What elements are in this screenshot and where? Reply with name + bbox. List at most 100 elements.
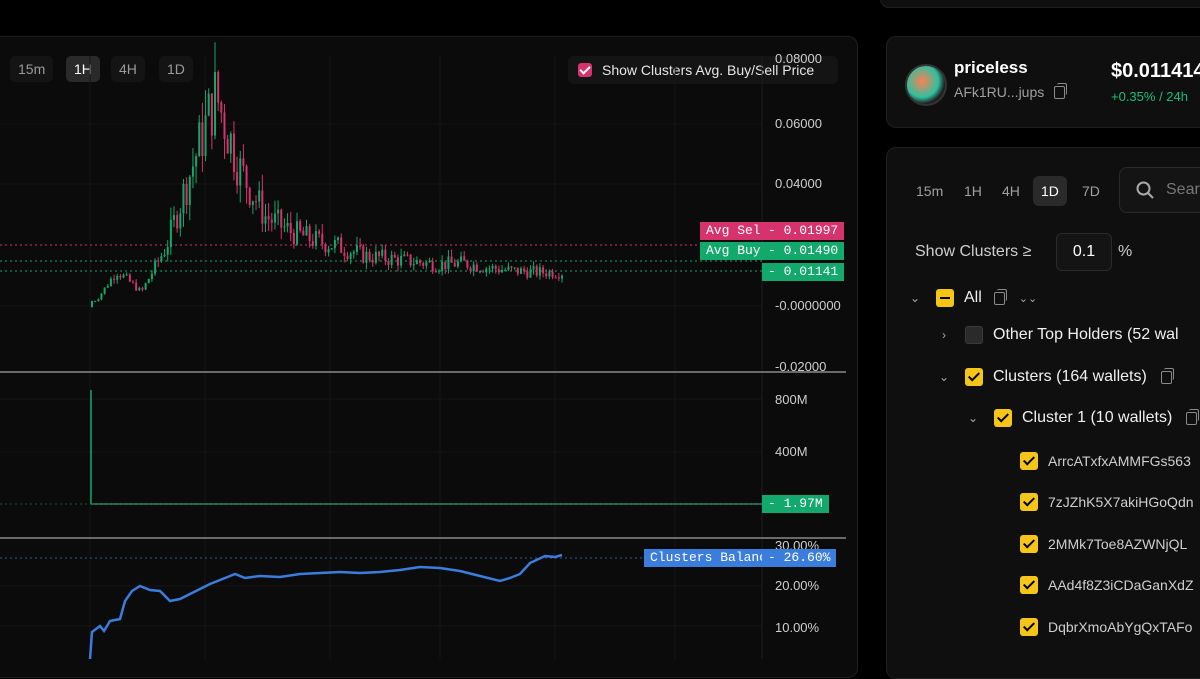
candle-body bbox=[450, 256, 453, 263]
candle-body bbox=[264, 216, 267, 224]
wallet-search[interactable]: Sear bbox=[1119, 167, 1200, 213]
candle-body bbox=[352, 251, 355, 254]
clusters-timeframe-1d[interactable]: 1D bbox=[1033, 176, 1067, 206]
candle-body bbox=[122, 274, 125, 278]
tree-label-other: Other Top Holders (52 wal bbox=[993, 326, 1179, 343]
checkbox-checked-icon[interactable] bbox=[1020, 576, 1038, 594]
clusters-timeframe-1h[interactable]: 1H bbox=[956, 176, 990, 206]
checkbox-indeterminate-icon[interactable] bbox=[936, 289, 954, 307]
price-axis-label: -0.02000 bbox=[775, 359, 827, 374]
candle-body bbox=[516, 267, 519, 274]
candle-body bbox=[154, 260, 157, 274]
candle-body bbox=[113, 278, 116, 280]
candle-body bbox=[239, 158, 242, 186]
wallet-address[interactable]: ArrcATxfxAMMFGs563 bbox=[1048, 453, 1191, 469]
candle-body bbox=[447, 256, 450, 270]
candle-body bbox=[538, 267, 541, 276]
candle-body bbox=[150, 273, 153, 280]
chevron-right-icon[interactable]: › bbox=[937, 328, 951, 342]
candle-body bbox=[138, 287, 141, 291]
checkbox-checked-icon[interactable] bbox=[1020, 618, 1038, 636]
checkbox-checked-icon[interactable] bbox=[1020, 535, 1038, 553]
wallet-address[interactable]: DqbrXmoAbYgQxTAFo bbox=[1048, 619, 1192, 635]
candle-body bbox=[343, 252, 346, 256]
copy-icon[interactable] bbox=[993, 288, 1007, 305]
candle-body bbox=[523, 268, 526, 272]
threshold-label: Show Clusters ≥ bbox=[915, 243, 1032, 260]
clusters-timeframe-7d[interactable]: 7D bbox=[1074, 176, 1108, 206]
checkbox-checked-icon[interactable] bbox=[1020, 452, 1038, 470]
candle-body bbox=[106, 286, 109, 288]
wallet-address[interactable]: 7zJZhK5X7akiHGoQdn bbox=[1048, 494, 1194, 510]
candle-body bbox=[182, 183, 185, 214]
wallet-address[interactable]: 2MMk7Toe8AZWNjQL bbox=[1048, 536, 1187, 552]
candle-body bbox=[327, 249, 330, 253]
checkbox-checked-icon[interactable] bbox=[965, 368, 983, 386]
balance-axis-label: 20.00% bbox=[775, 578, 820, 593]
pane-divider[interactable] bbox=[0, 537, 846, 539]
tree-row-other-holders[interactable]: › Other Top Holders (52 wal bbox=[937, 326, 1179, 344]
candle-body bbox=[393, 254, 396, 258]
candle-body bbox=[494, 265, 497, 270]
candle-body bbox=[232, 133, 235, 172]
candle-body bbox=[286, 222, 289, 227]
chevron-down-icon[interactable]: ⌄ bbox=[937, 370, 951, 384]
candle-body bbox=[157, 260, 160, 262]
candle-body bbox=[434, 271, 437, 273]
candle-body bbox=[251, 201, 254, 206]
checkbox-empty-icon[interactable] bbox=[965, 326, 983, 344]
token-change: +0.35% / 24h bbox=[1111, 89, 1188, 104]
candle-body bbox=[283, 226, 286, 228]
checkbox-checked-icon[interactable] bbox=[1020, 493, 1038, 511]
copy-icon[interactable] bbox=[1160, 367, 1174, 384]
tree-row-cluster-1[interactable]: ⌄ Cluster 1 (10 wallets) bbox=[966, 408, 1200, 427]
candle-body bbox=[542, 267, 545, 274]
volume-axis-label: 800M bbox=[775, 392, 808, 407]
candle-body bbox=[437, 270, 440, 272]
candle-body bbox=[280, 209, 283, 228]
candle-body bbox=[261, 190, 264, 224]
expand-all-icon[interactable]: ⌄⌄ bbox=[1019, 292, 1037, 305]
candle-body bbox=[296, 221, 299, 245]
clusters-timeframe-15m[interactable]: 15m bbox=[908, 176, 951, 206]
pane-divider[interactable] bbox=[0, 371, 846, 373]
candle-body bbox=[302, 230, 305, 236]
threshold-input[interactable]: 0.1 bbox=[1056, 233, 1112, 271]
copy-icon[interactable] bbox=[1186, 408, 1200, 425]
candle-body bbox=[132, 281, 135, 283]
copy-icon[interactable] bbox=[1054, 82, 1068, 99]
candle-body bbox=[198, 122, 201, 157]
chevron-down-icon[interactable]: ⌄ bbox=[966, 411, 980, 425]
candle-body bbox=[270, 219, 273, 223]
tree-row-all[interactable]: ⌄ All ⌄⌄ bbox=[908, 288, 1037, 307]
candle-body bbox=[529, 269, 532, 278]
candle-body bbox=[497, 269, 500, 273]
candle-body bbox=[226, 138, 229, 154]
wallet-row[interactable]: AAd4f8Z3iCDaGanXdZ bbox=[1020, 576, 1194, 594]
candle-body bbox=[368, 251, 371, 261]
last-price-tag: - 0.01141 bbox=[762, 263, 845, 281]
candle-body bbox=[340, 237, 343, 253]
wallet-row[interactable]: 2MMk7Toe8AZWNjQL bbox=[1020, 535, 1187, 553]
checkbox-checked-icon[interactable] bbox=[994, 409, 1012, 427]
chevron-down-icon[interactable]: ⌄ bbox=[908, 291, 922, 305]
price-axis-label: -0.0000000 bbox=[775, 298, 841, 313]
avg-buy-tag: Avg Buy bbox=[700, 242, 767, 260]
candle-body bbox=[204, 115, 207, 157]
candle-body bbox=[551, 271, 554, 278]
candle-body bbox=[409, 254, 412, 266]
token-avatar bbox=[905, 64, 947, 106]
wallet-row[interactable]: ArrcATxfxAMMFGs563 bbox=[1020, 452, 1191, 470]
tree-row-clusters[interactable]: ⌄ Clusters (164 wallets) bbox=[937, 367, 1174, 386]
threshold-unit: % bbox=[1118, 243, 1133, 260]
wallet-address[interactable]: AAd4f8Z3iCDaGanXdZ bbox=[1048, 577, 1194, 593]
wallet-row[interactable]: DqbrXmoAbYgQxTAFo bbox=[1020, 618, 1192, 636]
wallet-row[interactable]: 7zJZhK5X7akiHGoQdn bbox=[1020, 493, 1194, 511]
candle-body bbox=[390, 254, 393, 265]
candle-body bbox=[510, 266, 513, 268]
candle-body bbox=[119, 275, 122, 278]
volume-axis-label: 400M bbox=[775, 444, 808, 459]
clusters-timeframe-4h[interactable]: 4H bbox=[994, 176, 1028, 206]
candle-body bbox=[337, 237, 340, 241]
candle-body bbox=[415, 260, 418, 265]
